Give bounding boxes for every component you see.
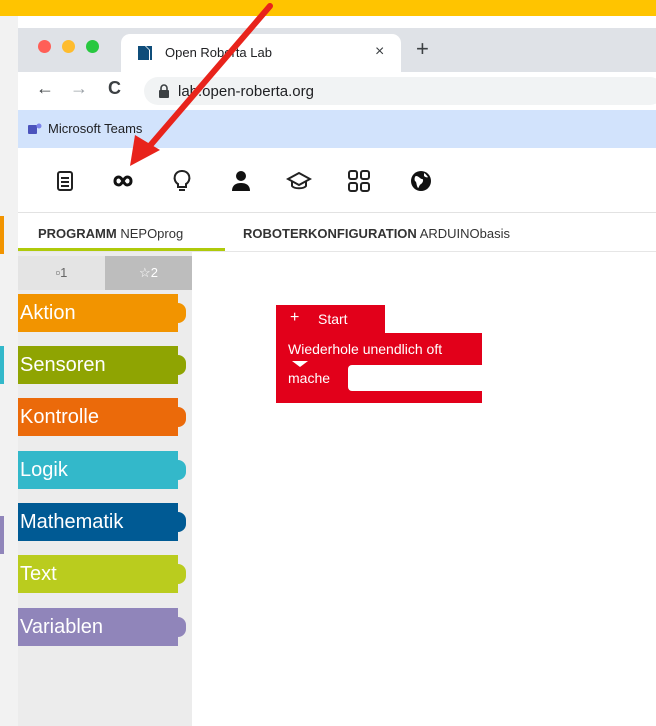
address-bar[interactable]: lab.open-roberta.org — [144, 77, 656, 105]
tab-config-label: ROBOTERKONFIGURATION — [243, 226, 417, 241]
start-block[interactable]: + Start — [276, 305, 385, 333]
minimize-window-button[interactable] — [62, 40, 75, 53]
add-parameter-icon[interactable]: + — [290, 309, 299, 327]
blockly-workspace[interactable]: + Start Wiederhole unendlich oft mache — [192, 252, 656, 726]
new-tab-button[interactable]: + — [416, 36, 429, 62]
category-text[interactable]: Text — [18, 555, 186, 593]
category-sensoren[interactable]: Sensoren — [18, 346, 186, 384]
edge-mark — [0, 346, 4, 384]
grid-icon[interactable] — [346, 168, 372, 194]
category-variablen[interactable]: Variablen — [18, 608, 186, 646]
repeat-forever-block[interactable]: Wiederhole unendlich oft mache — [276, 333, 482, 403]
block-toolbox: ▫1 ☆2 Aktion Sensoren Kontrolle Logik Ma… — [18, 252, 192, 726]
level-tab-expert[interactable]: ☆2 — [105, 256, 192, 290]
tab-program-label: PROGRAMM — [38, 226, 117, 241]
start-block-label: Start — [318, 311, 348, 327]
tab-robot-configuration[interactable]: ROBOTERKONFIGURATION ARDUINObasis — [243, 226, 510, 241]
level-tab-beginner[interactable]: ▫1 — [18, 256, 105, 290]
active-tab-indicator — [18, 248, 225, 251]
close-window-button[interactable] — [38, 40, 51, 53]
program-list-icon[interactable] — [52, 168, 78, 194]
browser-tab[interactable]: Open Roberta Lab × — [121, 34, 401, 72]
browser-tab-strip: Open Roberta Lab × + — [18, 28, 656, 72]
category-logik[interactable]: Logik — [18, 451, 186, 489]
user-icon[interactable] — [228, 168, 254, 194]
infinity-icon[interactable] — [110, 168, 136, 194]
lightbulb-icon[interactable] — [169, 168, 195, 194]
forward-button[interactable]: → — [70, 78, 88, 99]
statement-slot[interactable] — [348, 365, 482, 391]
reload-button[interactable]: C — [108, 78, 121, 99]
category-kontrolle[interactable]: Kontrolle — [18, 398, 186, 436]
category-aktion[interactable]: Aktion — [18, 294, 186, 332]
category-mathematik[interactable]: Mathematik — [18, 503, 186, 541]
highlight-bar — [0, 0, 656, 16]
do-label: mache — [288, 370, 331, 386]
tab-config-name: ARDUINObasis — [419, 226, 511, 241]
globe-icon[interactable] — [408, 168, 434, 194]
back-button[interactable]: ← — [36, 78, 54, 99]
app-toolbar — [18, 148, 656, 213]
maximize-window-button[interactable] — [86, 40, 99, 53]
repeat-forever-label: Wiederhole unendlich oft — [288, 341, 443, 357]
tab-program-name: NEPOprog — [120, 226, 184, 241]
block-connector-notch — [292, 361, 308, 367]
tab-title: Open Roberta Lab — [165, 45, 272, 60]
edge-mark — [0, 516, 4, 554]
program-tabs: PROGRAMM NEPOprog ROBOTERKONFIGURATION A… — [18, 213, 656, 252]
roberta-logo-icon — [138, 46, 152, 60]
teams-icon — [28, 123, 42, 134]
bookmarks-bar: Microsoft Teams — [18, 110, 656, 148]
bookmark-microsoft-teams[interactable]: Microsoft Teams — [48, 121, 142, 136]
tab-program[interactable]: PROGRAMM NEPOprog — [38, 226, 183, 241]
tab-close-button[interactable]: × — [375, 43, 384, 61]
url-text: lab.open-roberta.org — [178, 83, 314, 100]
window-edge — [0, 16, 18, 726]
graduation-cap-icon[interactable] — [286, 168, 312, 194]
address-bar-row: ← → C lab.open-roberta.org — [18, 72, 656, 110]
lock-icon — [159, 84, 169, 98]
edge-mark — [0, 216, 4, 254]
